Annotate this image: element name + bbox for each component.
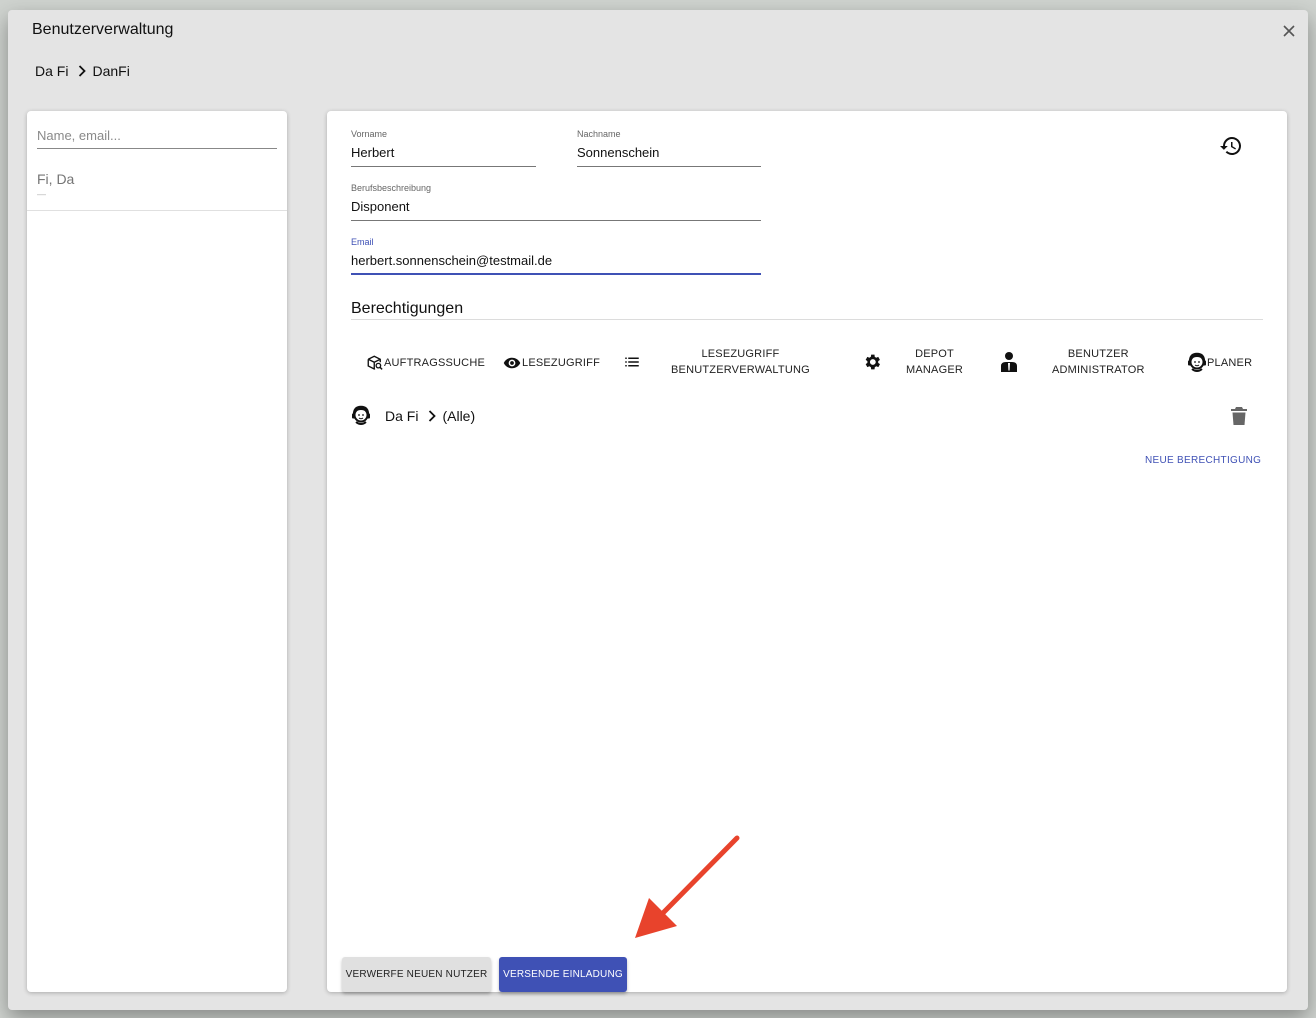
user-list-item[interactable]: Fi, Da — [27,163,287,211]
email-input[interactable] [351,253,761,275]
trash-icon[interactable] [1230,406,1248,426]
user-list-panel: Fi, Da — [27,111,287,992]
perm-planer-button[interactable]: PLANER [1187,352,1252,374]
perm-benutzer-administrator-line1: BENUTZER [1067,348,1129,360]
user-list-item-name: Fi, Da [37,171,75,187]
lastname-label: Nachname [577,129,621,139]
email-field: Email [351,237,761,275]
perm-benutzer-administrator-line2: ADMINISTRATOR [1052,364,1145,376]
headset-person-icon [1188,352,1206,372]
assigned-permission-scope: (Alle) [442,408,476,424]
perm-lesezugriff-label: LESEZUGRIFF [522,357,600,369]
perm-depot-manager-button[interactable]: DEPOT MANAGER [862,346,963,378]
list-icon [625,357,639,367]
job-field: Berufsbeschreibung [351,183,761,221]
breadcrumb-item-user: DanFi [92,63,130,79]
discard-new-user-button[interactable]: VERWERFE NEUEN NUTZER [342,957,491,992]
firstname-input[interactable] [351,145,536,167]
perm-lesezugriff-benutzerverwaltung-line1: LESEZUGRIFF [701,348,780,360]
annotation-arrow-icon [635,835,740,938]
breadcrumb-item-org[interactable]: Da Fi [35,63,68,79]
chevron-right-icon [428,410,437,422]
permissions-title: Berechtigungen [351,300,464,317]
perm-lesezugriff-button[interactable]: LESEZUGRIFF [502,354,600,372]
perm-benutzer-administrator-button[interactable]: BENUTZER ADMINISTRATOR [1000,346,1145,378]
perm-lesezugriff-benutzerverwaltung-button[interactable]: LESEZUGRIFF BENUTZERVERWALTUNG [623,346,810,378]
firstname-field: Vorname [351,129,536,167]
job-label: Berufsbeschreibung [351,183,432,193]
perm-benutzer-administrator-label: BENUTZER ADMINISTRATOR [1052,346,1145,378]
user-management-dialog: Benutzerverwaltung Da Fi DanFi Fi, Da — … [8,10,1308,1010]
perm-auftragssuche-label: AUFTRAGSSUCHE [384,357,485,369]
lastname-input[interactable] [577,145,761,167]
perm-auftragssuche-button[interactable]: AUFTRAGSSUCHE [366,354,485,372]
admin-person-icon [1001,352,1017,372]
perm-depot-manager-label: DEPOT MANAGER [906,346,963,378]
package-search-icon [367,355,383,370]
history-icon[interactable] [1219,134,1243,158]
perm-depot-manager-line1: DEPOT [915,348,954,360]
assigned-permission-row: Da Fi (Alle) [351,404,1251,428]
email-label: Email [351,237,374,247]
new-permission-button[interactable]: NEUE BERECHTIGUNG [1145,455,1261,466]
gear-icon [865,354,880,370]
permissions-divider [351,319,1263,320]
breadcrumb: Da Fi DanFi [35,63,130,79]
perm-depot-manager-line2: MANAGER [906,364,964,376]
firstname-label: Vorname [351,129,388,139]
close-icon[interactable] [1280,22,1298,40]
dialog-title: Benutzerverwaltung [32,21,174,38]
user-list-item-subtitle: — [37,189,46,199]
user-detail-panel: Vorname Nachname Berufsbeschreibung Emai… [327,111,1287,992]
user-search-input[interactable] [37,123,277,149]
perm-planer-label: PLANER [1207,357,1253,369]
eye-icon [503,357,521,369]
send-invitation-button[interactable]: VERSENDE EINLADUNG [499,957,627,992]
chevron-right-icon [78,65,87,77]
headset-person-icon [352,405,370,425]
assigned-permission-name: Da Fi [385,408,419,424]
perm-lesezugriff-benutzerverwaltung-label: LESEZUGRIFF BENUTZERVERWALTUNG [671,346,810,378]
job-input[interactable] [351,199,761,221]
lastname-field: Nachname [577,129,761,167]
perm-lesezugriff-benutzerverwaltung-line2: BENUTZERVERWALTUNG [671,364,810,376]
